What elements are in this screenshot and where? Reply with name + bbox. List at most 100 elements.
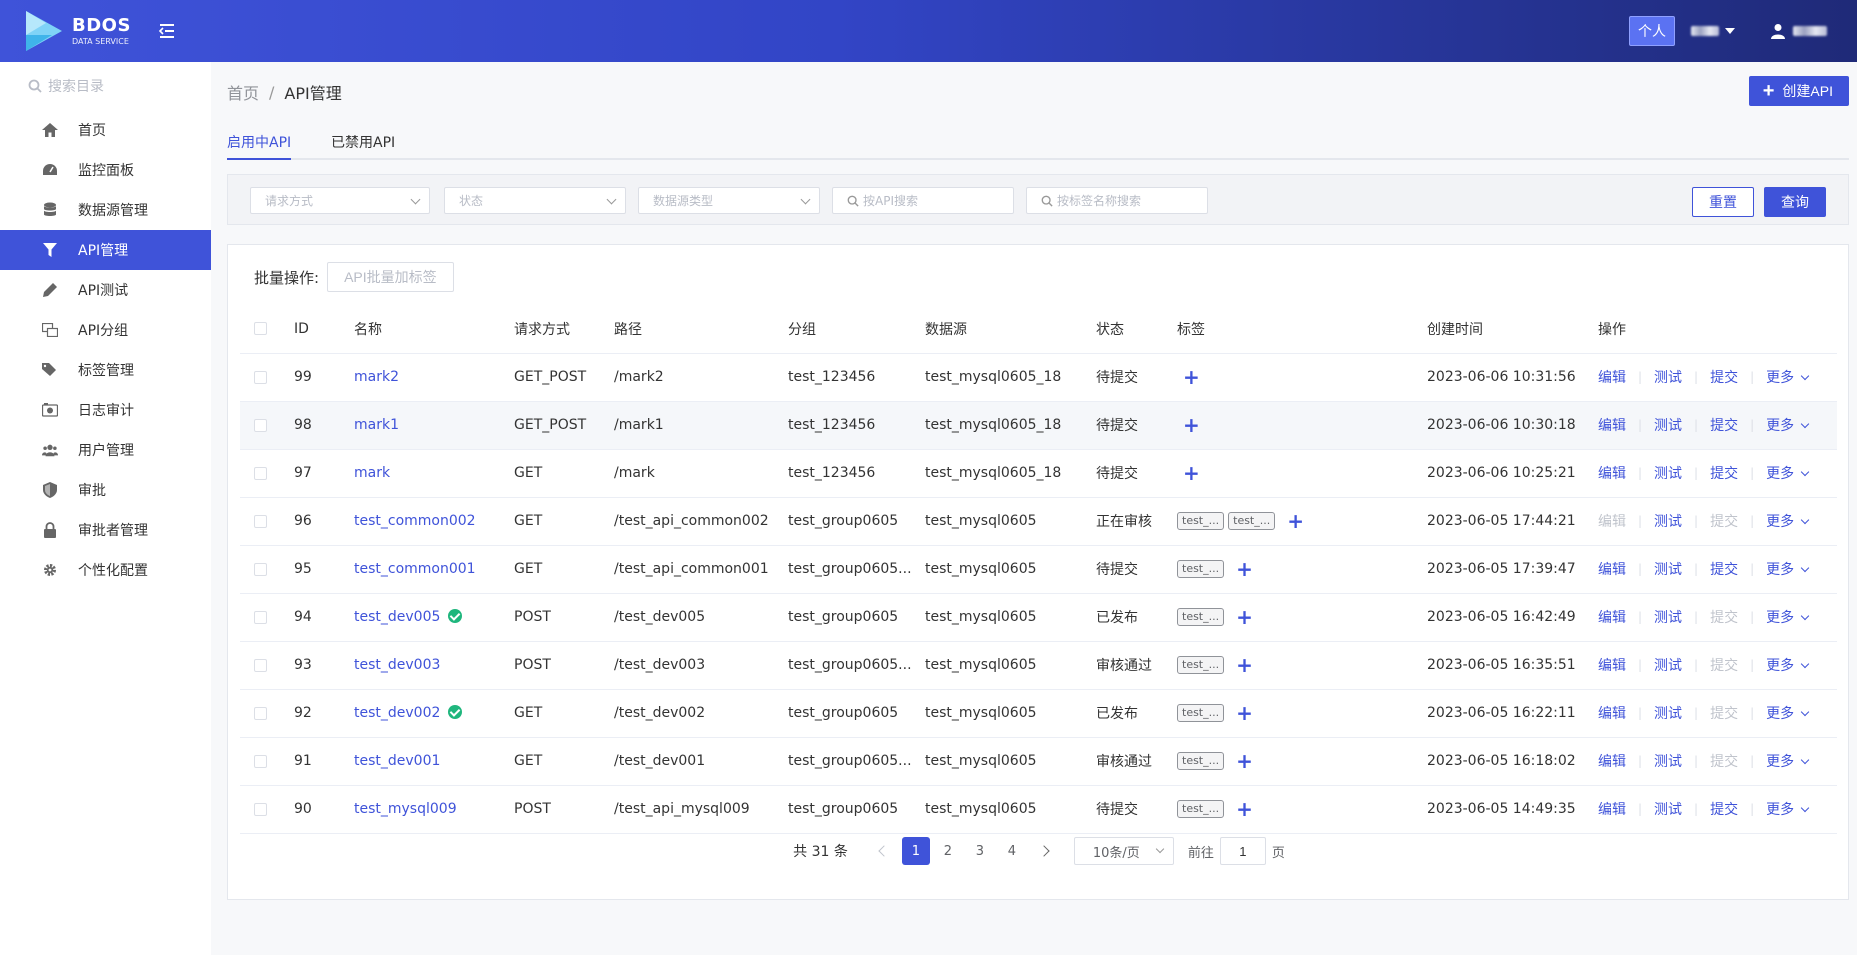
page-number[interactable]: 4 bbox=[998, 837, 1026, 865]
test-button[interactable]: 测试 bbox=[1654, 703, 1682, 723]
sidebar-item-3[interactable]: API管理 bbox=[0, 230, 211, 270]
add-tag-icon[interactable]: + bbox=[1236, 607, 1253, 627]
test-button[interactable]: 测试 bbox=[1654, 655, 1682, 675]
sidebar-item-9[interactable]: 审批 bbox=[0, 470, 211, 510]
sidebar-item-7[interactable]: 日志审计 bbox=[0, 390, 211, 430]
goto-page-input[interactable] bbox=[1219, 837, 1266, 865]
submit-button[interactable]: 提交 bbox=[1710, 703, 1738, 723]
submit-button[interactable]: 提交 bbox=[1710, 607, 1738, 627]
tag-chip[interactable]: test_... bbox=[1177, 560, 1225, 578]
tag-chip[interactable]: test_... bbox=[1177, 656, 1225, 674]
edit-button[interactable]: 编辑 bbox=[1598, 607, 1626, 627]
add-tag-icon[interactable]: + bbox=[1236, 751, 1253, 771]
api-search-input[interactable]: 按API搜索 bbox=[832, 187, 1014, 214]
test-button[interactable]: 测试 bbox=[1654, 799, 1682, 819]
tag-chip[interactable]: test_... bbox=[1177, 800, 1225, 818]
submit-button[interactable]: 提交 bbox=[1710, 559, 1738, 579]
sidebar-item-4[interactable]: API测试 bbox=[0, 270, 211, 310]
tag-search-input[interactable]: 按标签名称搜索 bbox=[1026, 187, 1208, 214]
method-select[interactable]: 请求方式 bbox=[250, 187, 430, 214]
app-logo[interactable]: BDOS DATA SERVICE bbox=[22, 9, 131, 53]
datasource-type-select[interactable]: 数据源类型 bbox=[638, 187, 820, 214]
edit-button[interactable]: 编辑 bbox=[1598, 463, 1626, 483]
add-tag-icon[interactable]: + bbox=[1236, 655, 1253, 675]
test-button[interactable]: 测试 bbox=[1654, 463, 1682, 483]
api-name-link[interactable]: mark bbox=[354, 465, 390, 481]
tag-chip[interactable]: test_... bbox=[1177, 752, 1225, 770]
row-checkbox[interactable] bbox=[254, 562, 267, 576]
more-dropdown[interactable]: 更多 bbox=[1766, 415, 1810, 435]
submit-button[interactable]: 提交 bbox=[1710, 415, 1738, 435]
row-checkbox[interactable] bbox=[254, 754, 267, 768]
row-checkbox[interactable] bbox=[254, 802, 267, 816]
edit-button[interactable]: 编辑 bbox=[1598, 415, 1626, 435]
tag-chip[interactable]: test_... bbox=[1177, 704, 1225, 722]
api-name-link[interactable]: test_dev001 bbox=[354, 753, 440, 769]
edit-button[interactable]: 编辑 bbox=[1598, 655, 1626, 675]
sidebar-item-1[interactable]: 监控面板 bbox=[0, 150, 211, 190]
submit-button[interactable]: 提交 bbox=[1710, 751, 1738, 771]
api-name-link[interactable]: test_common002 bbox=[354, 513, 476, 529]
more-dropdown[interactable]: 更多 bbox=[1766, 799, 1810, 819]
reset-button[interactable]: 重置 bbox=[1692, 187, 1754, 217]
api-name-link[interactable]: test_mysql009 bbox=[354, 801, 457, 817]
more-dropdown[interactable]: 更多 bbox=[1766, 367, 1810, 387]
sidebar-item-2[interactable]: 数据源管理 bbox=[0, 190, 211, 230]
add-tag-icon[interactable]: + bbox=[1183, 463, 1200, 483]
edit-button[interactable]: 编辑 bbox=[1598, 511, 1626, 531]
test-button[interactable]: 测试 bbox=[1654, 751, 1682, 771]
submit-button[interactable]: 提交 bbox=[1710, 367, 1738, 387]
edit-button[interactable]: 编辑 bbox=[1598, 559, 1626, 579]
edit-button[interactable]: 编辑 bbox=[1598, 703, 1626, 723]
page-number[interactable]: 2 bbox=[934, 837, 962, 865]
sidebar-item-0[interactable]: 首页 bbox=[0, 110, 211, 150]
sidebar-item-10[interactable]: 审批者管理 bbox=[0, 510, 211, 550]
api-name-link[interactable]: mark1 bbox=[354, 417, 399, 433]
api-name-link[interactable]: test_dev003 bbox=[354, 657, 440, 673]
page-number[interactable]: 1 bbox=[901, 837, 930, 865]
row-checkbox[interactable] bbox=[254, 658, 267, 672]
api-name-link[interactable]: test_dev005 bbox=[354, 609, 440, 625]
page-size-select[interactable]: 10条/页 bbox=[1073, 837, 1174, 865]
row-checkbox[interactable] bbox=[254, 466, 267, 480]
row-checkbox[interactable] bbox=[254, 706, 267, 720]
tag-chip[interactable]: test_... bbox=[1228, 512, 1276, 530]
add-tag-icon[interactable]: + bbox=[1287, 511, 1304, 531]
api-name-link[interactable]: test_common001 bbox=[354, 561, 476, 577]
submit-button[interactable]: 提交 bbox=[1710, 655, 1738, 675]
row-checkbox[interactable] bbox=[254, 370, 267, 384]
test-button[interactable]: 测试 bbox=[1654, 607, 1682, 627]
more-dropdown[interactable]: 更多 bbox=[1766, 559, 1810, 579]
status-select[interactable]: 状态 bbox=[444, 187, 626, 214]
api-name-link[interactable]: mark2 bbox=[354, 369, 399, 385]
more-dropdown[interactable]: 更多 bbox=[1766, 511, 1810, 531]
menu-collapse-icon[interactable] bbox=[157, 21, 177, 41]
sidebar-item-11[interactable]: 个性化配置 bbox=[0, 550, 211, 590]
more-dropdown[interactable]: 更多 bbox=[1766, 607, 1810, 627]
row-checkbox[interactable] bbox=[254, 610, 267, 624]
batch-add-tag-button[interactable]: API批量加标签 bbox=[327, 262, 454, 292]
test-button[interactable]: 测试 bbox=[1654, 511, 1682, 531]
personal-badge[interactable]: 个人 bbox=[1629, 16, 1675, 46]
test-button[interactable]: 测试 bbox=[1654, 415, 1682, 435]
add-tag-icon[interactable]: + bbox=[1183, 367, 1200, 387]
prev-page-icon[interactable] bbox=[878, 845, 890, 857]
sidebar-item-8[interactable]: 用户管理 bbox=[0, 430, 211, 470]
tab-1[interactable]: 已禁用API bbox=[331, 132, 395, 152]
add-tag-icon[interactable]: + bbox=[1183, 415, 1200, 435]
edit-button[interactable]: 编辑 bbox=[1598, 751, 1626, 771]
more-dropdown[interactable]: 更多 bbox=[1766, 655, 1810, 675]
sidebar-search[interactable]: 搜索目录 bbox=[0, 62, 211, 110]
tab-0[interactable]: 启用中API bbox=[227, 132, 291, 152]
user-menu[interactable] bbox=[1771, 23, 1827, 39]
page-number[interactable]: 3 bbox=[966, 837, 994, 865]
add-tag-icon[interactable]: + bbox=[1236, 703, 1253, 723]
more-dropdown[interactable]: 更多 bbox=[1766, 703, 1810, 723]
add-tag-icon[interactable]: + bbox=[1236, 559, 1253, 579]
submit-button[interactable]: 提交 bbox=[1710, 511, 1738, 531]
row-checkbox[interactable] bbox=[254, 418, 267, 432]
submit-button[interactable]: 提交 bbox=[1710, 799, 1738, 819]
test-button[interactable]: 测试 bbox=[1654, 367, 1682, 387]
test-button[interactable]: 测试 bbox=[1654, 559, 1682, 579]
sidebar-item-5[interactable]: API分组 bbox=[0, 310, 211, 350]
